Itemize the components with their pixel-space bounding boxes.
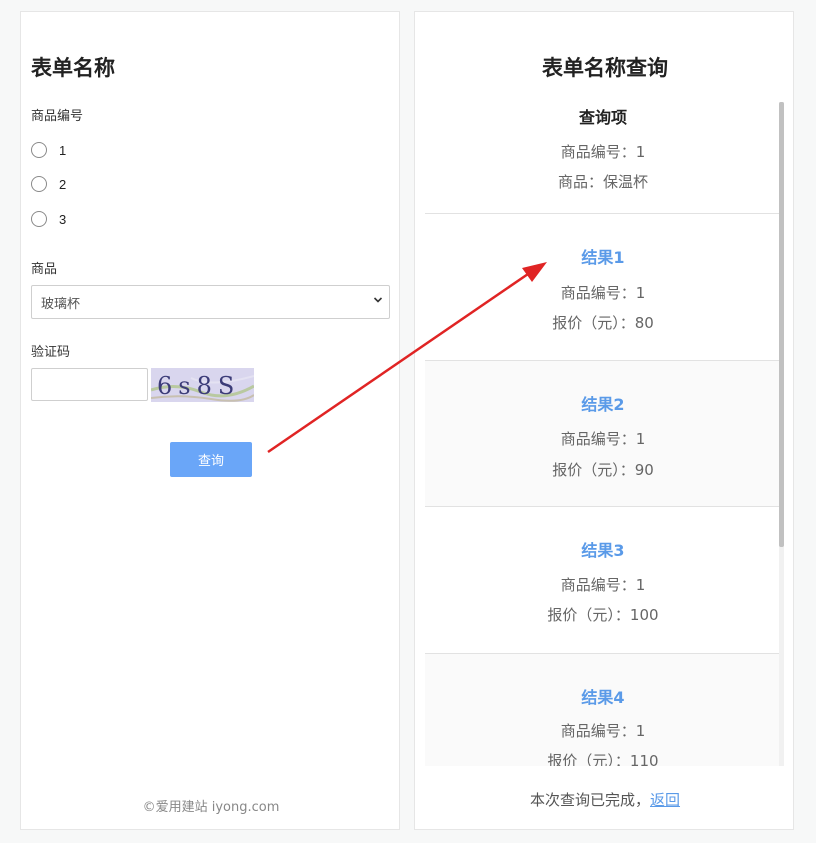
query-form-panel: 表单名称 商品编号 1 2 3 商品 玻璃杯 验证码 6s8S 查询 ©爱用建站… (20, 11, 400, 830)
result-heading[interactable]: 结果3 (425, 537, 781, 561)
radio-option-3[interactable]: 3 (31, 209, 66, 229)
captcha-text: 6s8S (157, 372, 240, 400)
result-card: 结果1 商品编号：1 报价（元）：80 (425, 214, 781, 361)
result-heading[interactable]: 结果2 (425, 391, 781, 415)
radio-option-2[interactable]: 2 (31, 174, 66, 194)
query-product-no: 商品编号：1 (560, 143, 646, 161)
result-price: 报价（元）：100 (547, 606, 659, 624)
result-product-no: 商品编号：1 (560, 576, 646, 594)
copyright-footer: ©爱用建站 iyong.com (142, 800, 280, 815)
radio-circle[interactable] (31, 142, 47, 158)
result-product-no: 商品编号：1 (560, 284, 646, 302)
result-card: 结果4 商品编号：1 报价（元）：110 (425, 654, 781, 766)
results-scroll-area[interactable]: 查询项 商品编号：1 商品：保温杯 结果1 商品编号：1 报价（元）：80 结果… (425, 100, 784, 766)
completion-text: 本次查询已完成， (529, 791, 650, 809)
result-price: 报价（元）：80 (552, 314, 654, 332)
captcha-label: 验证码 (31, 345, 71, 360)
product-label: 商品 (31, 262, 58, 277)
back-link[interactable]: 返回 (650, 791, 680, 809)
results-footer: 本次查询已完成，返回 (415, 789, 795, 810)
result-price: 报价（元）：110 (547, 752, 659, 766)
query-summary: 查询项 商品编号：1 商品：保温杯 (425, 100, 781, 214)
product-no-label: 商品编号 (31, 109, 84, 124)
captcha-image[interactable]: 6s8S (151, 368, 254, 402)
query-button[interactable]: 查询 (170, 442, 252, 477)
radio-label: 1 (59, 142, 67, 158)
chevron-down-icon (373, 297, 383, 303)
result-card: 结果3 商品编号：1 报价（元）：100 (425, 507, 781, 654)
product-select[interactable]: 玻璃杯 (31, 285, 390, 319)
scrollbar-thumb[interactable] (779, 102, 784, 547)
radio-option-1[interactable]: 1 (31, 140, 66, 160)
form-title: 表单名称 (31, 56, 115, 80)
result-product-no: 商品编号：1 (560, 722, 646, 740)
result-price: 报价（元）：90 (552, 461, 654, 479)
result-product-no: 商品编号：1 (560, 430, 646, 448)
result-heading[interactable]: 结果1 (425, 244, 781, 268)
radio-label: 2 (59, 176, 67, 192)
result-card: 结果2 商品编号：1 报价（元）：90 (425, 361, 781, 507)
radio-circle[interactable] (31, 176, 47, 192)
query-product: 商品：保温杯 (557, 173, 648, 191)
results-panel: 表单名称查询 查询项 商品编号：1 商品：保温杯 结果1 商品编号：1 报价（元… (414, 11, 794, 830)
captcha-input[interactable] (31, 368, 148, 401)
query-heading: 查询项 (578, 108, 627, 127)
results-title: 表单名称查询 (542, 56, 668, 80)
radio-label: 3 (59, 211, 67, 227)
result-heading[interactable]: 结果4 (425, 684, 781, 708)
radio-circle[interactable] (31, 211, 47, 227)
product-select-value: 玻璃杯 (41, 296, 81, 312)
